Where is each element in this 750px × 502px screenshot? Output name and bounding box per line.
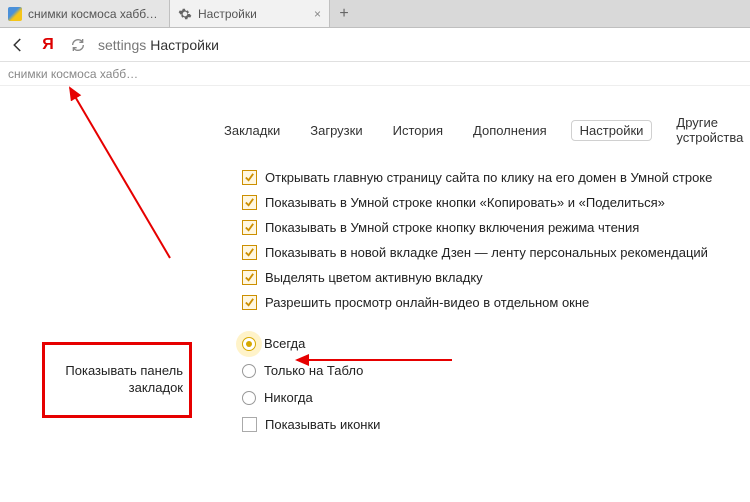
new-tab-button[interactable]: + — [330, 0, 358, 27]
checkbox-checked[interactable] — [242, 195, 257, 210]
option-row: Показывать в Умной строке кнопку включен… — [242, 220, 740, 235]
radio-label: Всегда — [264, 336, 305, 351]
checkbox-unchecked[interactable] — [242, 417, 257, 432]
back-button[interactable] — [8, 35, 28, 55]
bookmark-item[interactable]: снимки космоса хабб… — [8, 67, 138, 81]
option-row: Открывать главную страницу сайта по клик… — [242, 170, 740, 185]
close-icon[interactable]: × — [314, 7, 321, 21]
option-row: Показывать в Умной строке кнопки «Копиро… — [242, 195, 740, 210]
radio-never[interactable] — [242, 391, 256, 405]
checkbox-checked[interactable] — [242, 245, 257, 260]
radio-label: Только на Табло — [264, 363, 363, 378]
annotation-arrow-1 — [60, 78, 190, 268]
settings-nav: Закладки Загрузки История Дополнения Нас… — [218, 112, 740, 148]
checkbox-checked[interactable] — [242, 220, 257, 235]
checkbox-checked[interactable] — [242, 295, 257, 310]
options-group: Открывать главную страницу сайта по клик… — [242, 170, 740, 310]
gear-icon — [178, 7, 192, 21]
radio-tablo-only[interactable] — [242, 364, 256, 378]
address-path: Настройки — [150, 37, 219, 53]
nav-downloads[interactable]: Загрузки — [304, 120, 368, 141]
nav-settings[interactable]: Настройки — [571, 120, 653, 141]
tab-bar: снимки космоса хаббл выс… Настройки × + — [0, 0, 750, 28]
image-favicon — [8, 7, 22, 21]
nav-bookmarks[interactable]: Закладки — [218, 120, 286, 141]
radio-always[interactable] — [242, 337, 256, 351]
reload-button[interactable] — [68, 35, 88, 55]
radio-row: Только на Табло — [242, 363, 740, 378]
toolbar: Я settings Настройки — [0, 28, 750, 62]
address-bar[interactable]: settings Настройки — [98, 37, 742, 53]
nav-history[interactable]: История — [387, 120, 449, 141]
tab-title: Настройки — [198, 7, 308, 21]
tab-title: снимки космоса хаббл выс… — [28, 7, 161, 21]
option-row: Выделять цветом активную вкладку — [242, 270, 740, 285]
browser-tab-1[interactable]: Настройки × — [170, 0, 330, 27]
settings-page: Закладки Загрузки История Дополнения Нас… — [0, 86, 750, 454]
option-label: Показывать иконки — [265, 417, 380, 432]
bookmark-bar: снимки космоса хабб… — [0, 62, 750, 86]
option-label: Показывать в Умной строке кнопку включен… — [265, 220, 639, 235]
radio-group-bookmarks-panel: Всегда Только на Табло Никогда Показыват… — [242, 336, 740, 432]
option-row: Показывать иконки — [242, 417, 740, 432]
section-label-bookmarks-panel: Показывать панель закладок — [42, 342, 192, 418]
option-label: Показывать в Умной строке кнопки «Копиро… — [265, 195, 665, 210]
option-row: Разрешить просмотр онлайн-видео в отдель… — [242, 295, 740, 310]
option-label: Показывать в новой вкладке Дзен — ленту … — [265, 245, 708, 260]
option-label: Выделять цветом активную вкладку — [265, 270, 483, 285]
yandex-logo[interactable]: Я — [38, 35, 58, 55]
nav-addons[interactable]: Дополнения — [467, 120, 553, 141]
option-label: Открывать главную страницу сайта по клик… — [265, 170, 712, 185]
radio-row: Всегда — [242, 336, 740, 351]
option-row: Показывать в новой вкладке Дзен — ленту … — [242, 245, 740, 260]
checkbox-checked[interactable] — [242, 270, 257, 285]
radio-label: Никогда — [264, 390, 313, 405]
address-prefix: settings — [98, 37, 146, 53]
nav-devices[interactable]: Другие устройства — [670, 112, 749, 148]
option-label: Разрешить просмотр онлайн-видео в отдель… — [265, 295, 589, 310]
browser-tab-0[interactable]: снимки космоса хаббл выс… — [0, 0, 170, 27]
radio-row: Никогда — [242, 390, 740, 405]
checkbox-checked[interactable] — [242, 170, 257, 185]
